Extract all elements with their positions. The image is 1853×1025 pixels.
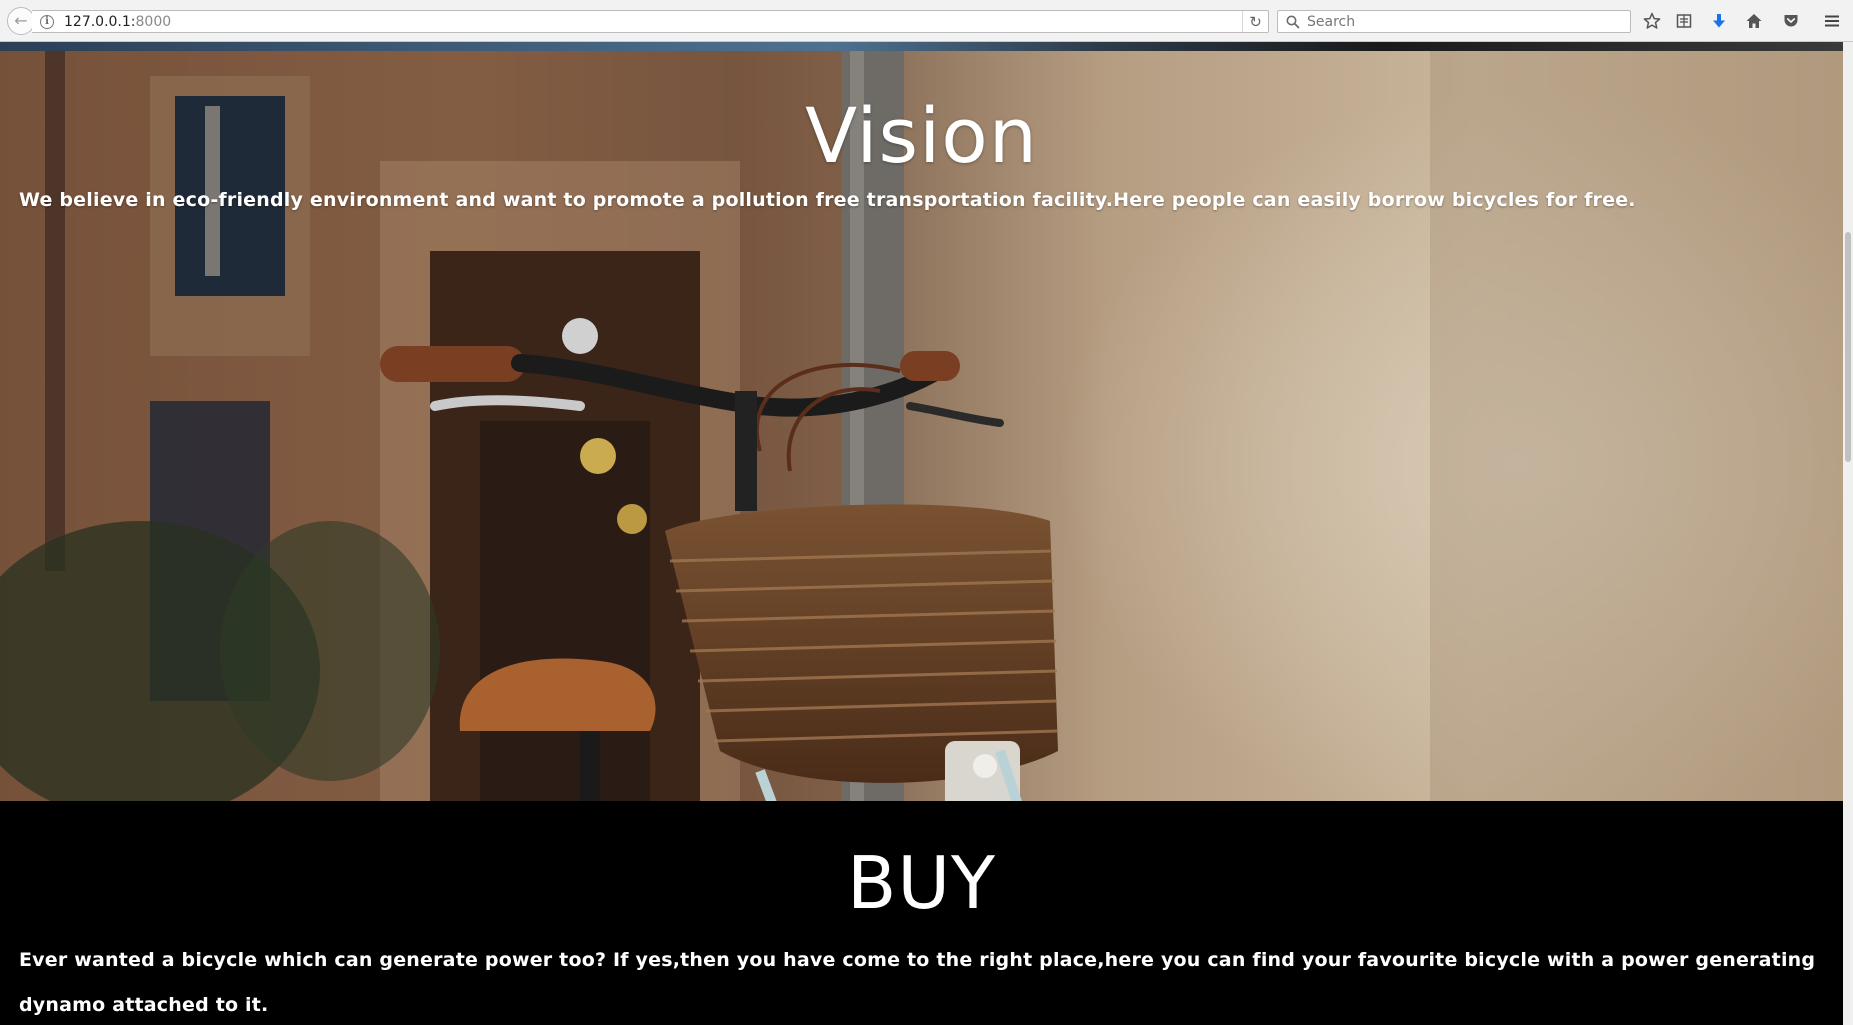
buy-title: BUY [846, 841, 997, 925]
scrollbar-thumb[interactable] [1845, 232, 1851, 462]
address-bar[interactable]: i 127.0.0.1:8000 ↻ [32, 10, 1269, 33]
pocket-icon [1784, 15, 1798, 27]
reload-icon: ↻ [1249, 12, 1262, 31]
search-input[interactable] [1307, 13, 1607, 30]
home-icon [1746, 14, 1762, 28]
vision-title: Vision [805, 91, 1038, 180]
menu-button[interactable] [1820, 9, 1844, 33]
back-arrow-icon: ← [14, 11, 28, 30]
download-arrow-icon [1713, 14, 1725, 28]
reload-button[interactable]: ↻ [1242, 11, 1268, 32]
vision-section: Vision We believe in eco-friendly enviro… [0, 51, 1843, 801]
bookmark-star-button[interactable] [1640, 9, 1664, 33]
info-icon[interactable]: i [40, 14, 54, 29]
url-text[interactable]: 127.0.0.1:8000 [64, 14, 171, 30]
buy-section: BUY Ever wanted a bicycle which can gene… [0, 801, 1843, 1025]
search-bar[interactable] [1277, 10, 1631, 33]
buy-description: Ever wanted a bicycle which can generate… [19, 949, 1816, 1016]
url-host: 127.0.0.1: [64, 13, 136, 30]
url-port: 8000 [135, 13, 172, 30]
reading-list-button[interactable] [1672, 9, 1696, 33]
search-icon [1286, 15, 1300, 28]
hamburger-menu-icon [1825, 15, 1839, 27]
back-button[interactable]: ← [7, 7, 35, 35]
reading-list-icon [1676, 14, 1692, 28]
vision-description: We believe in eco-friendly environment a… [19, 189, 1636, 211]
star-icon [1643, 12, 1661, 29]
downloads-button[interactable] [1707, 9, 1731, 33]
page-scrollbar[interactable] [1843, 42, 1853, 1025]
previous-section-image-strip [0, 42, 1843, 51]
browser-toolbar: ← i 127.0.0.1:8000 ↻ [0, 0, 1853, 42]
pocket-button[interactable] [1779, 9, 1803, 33]
home-button[interactable] [1742, 9, 1766, 33]
